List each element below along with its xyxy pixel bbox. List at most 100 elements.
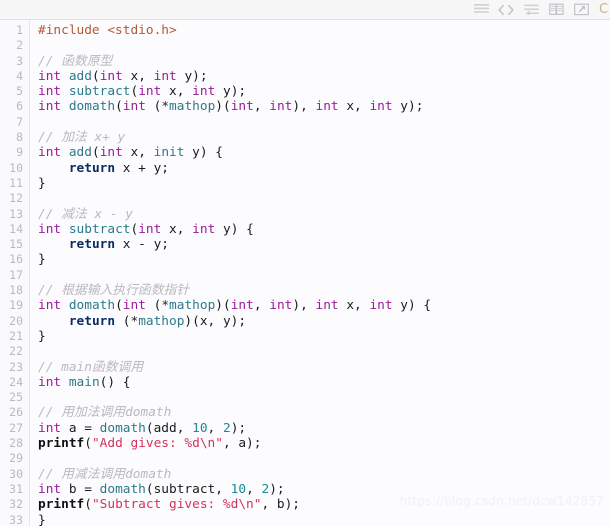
line-number: 1 — [16, 23, 23, 37]
line-number: 17 — [9, 267, 23, 282]
code-token-plain: x, — [122, 68, 154, 84]
code-line[interactable] — [38, 38, 610, 53]
line-number: 20 — [9, 313, 23, 328]
open-external-icon[interactable] — [573, 2, 589, 17]
code-line[interactable]: #include <stdio.h> — [38, 23, 610, 38]
code-token-cmt: // 用减法调用domath — [38, 466, 172, 482]
code-token-plain: x, — [122, 145, 154, 161]
code-line[interactable]: int b = domath(subtract, 10, 2); — [38, 482, 610, 497]
code-token-kw: int — [315, 99, 339, 115]
code-line[interactable]: int add(int x, init y) { — [38, 145, 610, 160]
code-line[interactable]: int subtract(int x, int y) { — [38, 222, 610, 237]
code-line[interactable]: printf("Subtract gives: %d\n", b); — [38, 497, 610, 512]
code-line[interactable]: int a = domath(add, 10, 2); — [38, 421, 610, 436]
code-token-plain: y) { — [392, 298, 432, 314]
line-number: 30 — [9, 466, 23, 481]
code-token-plain: ); — [230, 420, 247, 436]
code-editor[interactable]: 1 2 3 4 5 6 7 8 9 10 11 12 13 14 15 16 17 18 19 20 21 22 23 24 2… — [0, 20, 610, 526]
code-token-kw: int — [369, 99, 393, 115]
code-content[interactable]: #include <stdio.h> // 函数原型 int add(int x,… — [30, 20, 610, 526]
code-line[interactable]: } — [38, 329, 610, 344]
code-token-plain: , — [207, 420, 223, 436]
code-token-cmt: // 函数原型 — [38, 53, 113, 69]
code-token-kw: int — [38, 481, 62, 497]
code-line[interactable]: return (*mathop)(x, y); — [38, 314, 610, 329]
code-token-plain: (* — [145, 298, 170, 314]
line-number: 16 — [9, 252, 23, 267]
code-line[interactable]: return x - y; — [38, 237, 610, 252]
line-number: 21 — [9, 328, 23, 343]
code-line[interactable] — [38, 268, 610, 283]
code-line[interactable] — [38, 344, 610, 359]
code-token-str: "Subtract gives: %d\n" — [91, 497, 262, 513]
code-line[interactable]: // 根据输入执行函数指针 — [38, 283, 610, 298]
code-token-kw: int — [38, 420, 62, 436]
code-line[interactable]: int add(int x, int y); — [38, 69, 610, 84]
code-token-fn: subtract — [68, 84, 131, 100]
code-line[interactable]: // 加法 x+ y — [38, 130, 610, 145]
code-token-fn: domath — [99, 481, 146, 497]
copy-icon[interactable] — [548, 2, 564, 17]
code-line[interactable]: // 用减法调用domath — [38, 467, 610, 482]
code-token-kw: int — [38, 99, 62, 115]
code-token-plain: ( — [115, 99, 123, 115]
line-number: 15 — [9, 237, 23, 252]
code-token-plain: } — [38, 252, 46, 268]
code-token-fn: subtract — [68, 221, 131, 237]
code-line[interactable] — [38, 451, 610, 466]
code-token-fn: domath — [99, 420, 146, 436]
code-line[interactable]: int domath(int (*mathop)(int, int), int … — [38, 99, 610, 114]
code-token-plain: (* — [145, 99, 170, 115]
code-brackets-icon[interactable] — [498, 2, 514, 17]
line-number: 24 — [9, 374, 23, 389]
code-token-bold: printf — [38, 436, 85, 452]
code-token-plain: ( — [91, 145, 100, 161]
code-token-plain: (subtract, — [145, 481, 231, 497]
code-token-plain: b = — [61, 481, 100, 497]
code-line[interactable]: // 函数原型 — [38, 54, 610, 69]
code-line[interactable]: // 减法 x - y — [38, 207, 610, 222]
menu-lines-icon[interactable] — [473, 2, 489, 17]
code-line[interactable]: return x + y; — [38, 161, 610, 176]
code-line[interactable] — [38, 115, 610, 130]
code-token-plain: (* — [115, 313, 139, 329]
code-line[interactable]: // 用加法调用domath — [38, 405, 610, 420]
code-line[interactable]: printf("Add gives: %d\n", a); — [38, 436, 610, 451]
code-line[interactable]: int main() { — [38, 375, 610, 390]
code-token-plain: , — [253, 298, 270, 314]
code-token-fn: domath — [68, 298, 116, 314]
code-line[interactable]: } — [38, 513, 610, 526]
line-number: 28 — [9, 436, 23, 451]
code-token-num: 2 — [222, 420, 231, 436]
code-token-kw: int — [269, 298, 293, 314]
code-line[interactable]: } — [38, 252, 610, 267]
line-number: 22 — [9, 344, 23, 359]
code-token-plain: a = — [61, 420, 100, 436]
code-line[interactable]: int subtract(int x, int y); — [38, 84, 610, 99]
code-line[interactable]: // main函数调用 — [38, 360, 610, 375]
code-token-plain: , — [246, 481, 262, 497]
code-token-plain: () { — [99, 374, 131, 390]
code-token-kw: int — [138, 221, 162, 237]
code-token-plain: x, — [161, 84, 193, 100]
code-token-plain: } — [38, 175, 46, 191]
code-line[interactable] — [38, 390, 610, 405]
line-number: 5 — [16, 84, 23, 99]
code-viewer-window: C 1 2 3 4 5 6 7 8 9 10 11 12 13 14 15 16 17 18 19 20 21 22 23 2… — [0, 0, 610, 526]
code-line[interactable]: } — [38, 176, 610, 191]
code-token-plain: y) { — [184, 145, 223, 161]
code-token-plain: x + y; — [115, 160, 169, 176]
code-token-plain: ); — [269, 481, 285, 497]
wrap-lines-icon[interactable] — [523, 2, 539, 17]
line-number: 29 — [9, 451, 23, 466]
code-token-cmt: // 根据输入执行函数指针 — [38, 283, 190, 299]
code-token-pre: #include <stdio.h> — [38, 23, 177, 38]
code-token-kw: int — [153, 68, 177, 84]
code-line[interactable] — [38, 191, 610, 206]
code-token-plain: x - y; — [115, 237, 169, 253]
code-line[interactable]: int domath(int (*mathop)(int, int), int … — [38, 298, 610, 313]
